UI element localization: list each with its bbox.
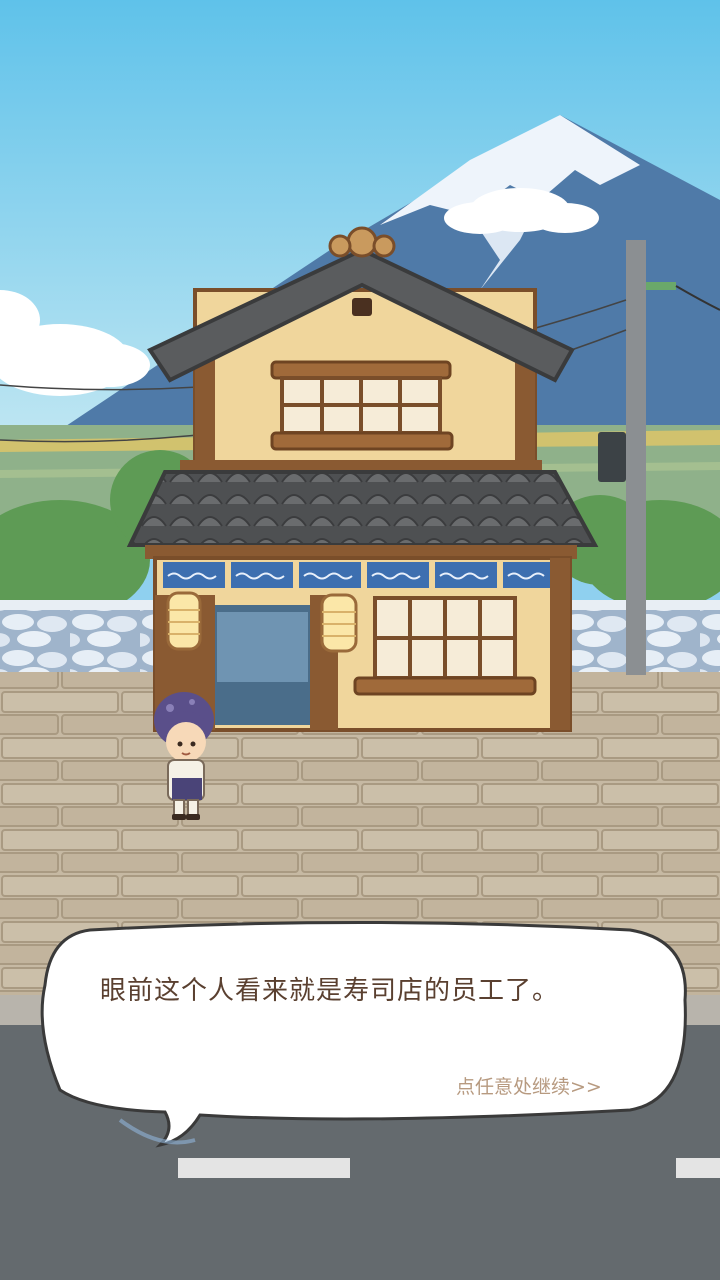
dialog-text: 眼前这个人看来就是寿司店的员工了。 bbox=[100, 976, 560, 1006]
sushi-shop-icon[interactable] bbox=[126, 226, 599, 732]
lantern-icon bbox=[166, 591, 202, 651]
speech-bubble-icon bbox=[40, 921, 687, 1148]
lantern-icon bbox=[320, 593, 358, 653]
game-scene[interactable] bbox=[0, 0, 720, 1280]
continue-hint[interactable]: 点任意处继续>> bbox=[456, 1072, 602, 1099]
